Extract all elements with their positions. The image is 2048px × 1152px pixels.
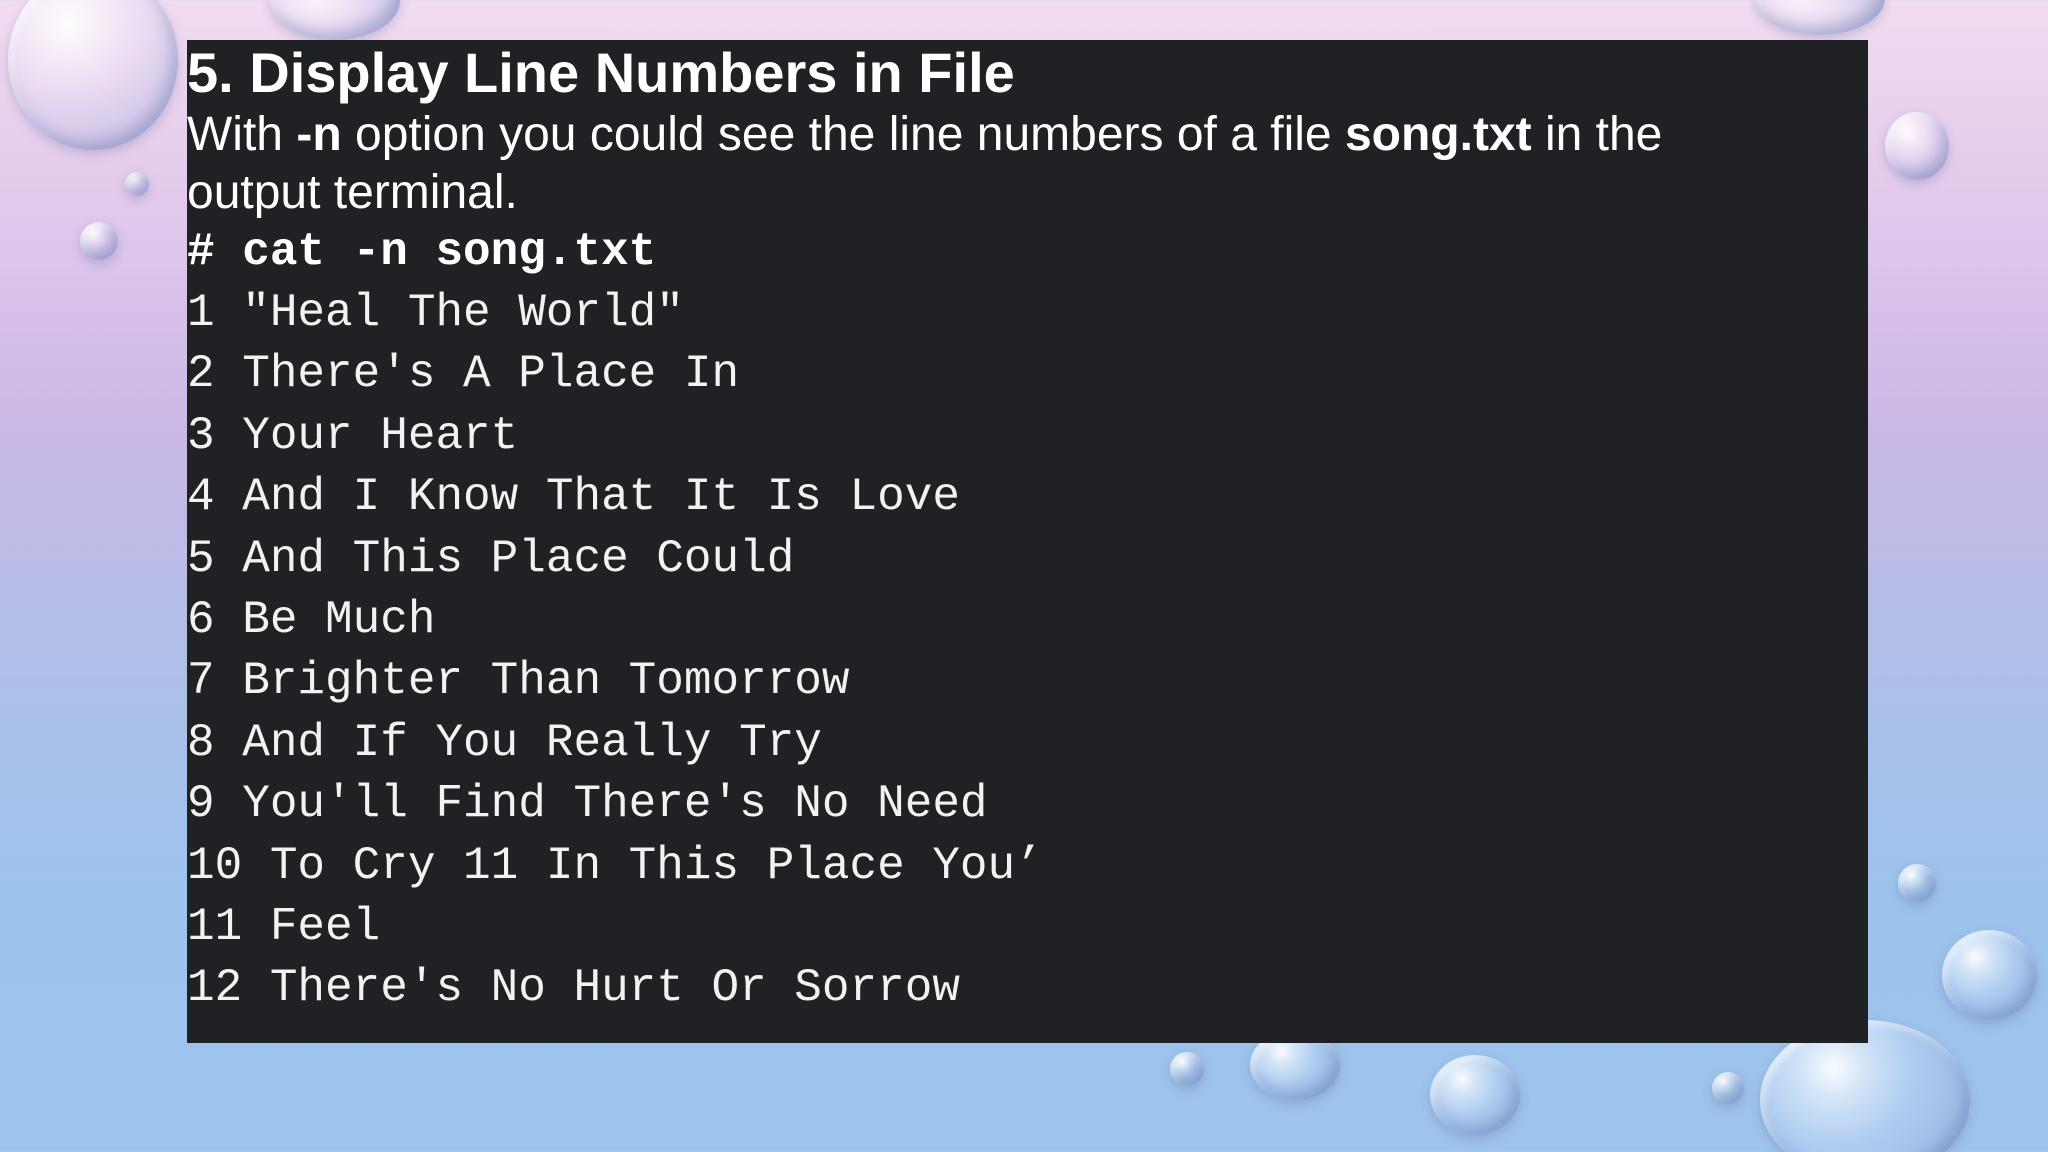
water-drop-decoration: [125, 172, 149, 196]
output-line: 10 To Cry 11 In This Place You’: [187, 839, 1043, 892]
filename: song.txt: [1344, 108, 1532, 161]
slide-description: With -n option you could see the line nu…: [187, 106, 1787, 222]
water-drop-decoration: [80, 222, 118, 260]
water-drop-decoration: [1755, 0, 1885, 35]
output-line: 1 "Heal The World": [187, 287, 684, 339]
water-drop-decoration: [1885, 112, 1949, 180]
water-drop-decoration: [8, 0, 178, 150]
command-line: # cat -n song.txt: [187, 226, 657, 278]
output-line: 6 Be Much: [187, 594, 436, 647]
description-text: With: [187, 108, 297, 161]
water-drop-decoration: [1898, 864, 1936, 902]
water-drop-decoration: [1430, 1055, 1520, 1135]
slide-title: 5. Display Line Numbers in File: [187, 41, 1015, 104]
output-line: 4 And I Know That It Is Love: [187, 471, 960, 524]
water-drop-decoration: [1170, 1052, 1204, 1086]
description-text: option you could see the line numbers of…: [341, 108, 1345, 161]
output-line: 5 And This Place Could: [187, 532, 795, 585]
water-drop-decoration: [1942, 930, 2037, 1020]
water-drop-decoration: [270, 0, 400, 40]
output-line: 3 Your Heart: [187, 409, 519, 462]
output-line: 7 Brighter Than Tomorrow: [187, 655, 850, 708]
output-line: 12 There's No Hurt Or Sorrow: [187, 962, 960, 1015]
slide-content-panel: 5. Display Line Numbers in File With -n …: [187, 40, 1868, 1043]
output-line: 8 And If You Really Try: [187, 716, 822, 769]
output-line: 2 There's A Place In: [187, 348, 740, 401]
terminal-output: 1 "Heal The World" 2 There's A Place In 3 …: [187, 283, 1868, 1020]
option-flag: -n: [296, 108, 342, 161]
output-line: 11 Feel: [187, 901, 381, 954]
water-drop-decoration: [1712, 1072, 1744, 1104]
output-line: 9 You'll Find There's No Need: [187, 778, 988, 831]
